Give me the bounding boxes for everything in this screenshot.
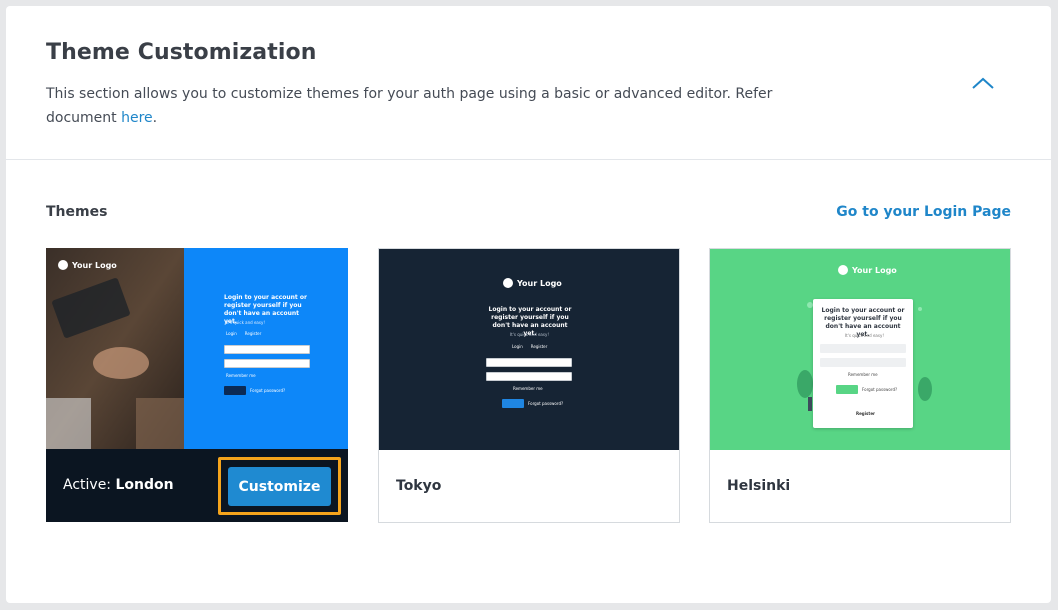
preview-password-input (820, 358, 906, 367)
go-to-login-page-link[interactable]: Go to your Login Page (836, 204, 1011, 220)
preview-login-button (836, 385, 858, 394)
theme-card-london[interactable]: Your Logo Login to your account or regis… (46, 248, 348, 523)
preview-tab-register: Register (530, 344, 548, 349)
theme-footer-london: Active: London Customize (46, 449, 348, 522)
preview-subtext: It's quick and easy! (510, 332, 549, 337)
preview-remember: Remember me (513, 386, 543, 391)
theme-preview-tokyo[interactable]: Your Logo Login to your account or regis… (379, 249, 679, 450)
theme-card-tokyo[interactable]: Your Logo Login to your account or regis… (378, 248, 680, 523)
section-description: This section allows you to customize the… (46, 82, 776, 130)
theme-card-helsinki[interactable]: Your Logo Login to your account or regis… (709, 248, 1011, 523)
themes-heading: Themes (46, 204, 108, 220)
chevron-up-icon (972, 77, 994, 89)
preview-tabs: Login Register (512, 344, 547, 349)
customize-button[interactable]: Customize (228, 467, 331, 506)
theme-preview-london[interactable]: Your Logo Login to your account or regis… (46, 248, 348, 449)
tokyo-logo: Your Logo (503, 278, 562, 288)
theme-name-helsinki: Helsinki (727, 478, 791, 494)
preview-email-input (820, 344, 906, 353)
logo-icon (58, 260, 68, 270)
theme-footer-tokyo: Tokyo (379, 450, 679, 523)
preview-password-input (224, 359, 310, 368)
docs-link[interactable]: here (121, 110, 153, 126)
helsinki-logo: Your Logo (838, 265, 897, 275)
preview-tab-login: Login (226, 331, 237, 336)
preview-password-input (486, 372, 572, 381)
preview-forgot: Forgot password? (862, 387, 898, 392)
logo-text: Your Logo (852, 265, 897, 275)
active-prefix: Active: (63, 477, 112, 493)
collapse-toggle[interactable] (968, 70, 998, 96)
page-title: Theme Customization (46, 40, 317, 65)
logo-icon (503, 278, 513, 288)
preview-tab-register: Register (244, 331, 262, 336)
theme-customization-card: Theme Customization This section allows … (6, 6, 1051, 603)
preview-email-input (224, 345, 310, 354)
preview-register: Register (856, 411, 876, 416)
preview-login-button (502, 399, 524, 408)
preview-subtext: It's quick and easy! (226, 320, 265, 325)
section-header: Theme Customization This section allows … (6, 6, 1051, 160)
preview-subtext: It's quick and easy! (845, 333, 884, 338)
active-theme-label: Active: London (63, 477, 174, 493)
preview-forgot: Forgot password? (528, 401, 564, 406)
logo-text: Your Logo (72, 260, 117, 270)
theme-name-tokyo: Tokyo (396, 478, 442, 494)
description-period: . (152, 110, 158, 126)
preview-tab-login: Login (512, 344, 523, 349)
preview-remember: Remember me (848, 372, 878, 377)
london-logo: Your Logo (58, 260, 117, 270)
theme-name-london: London (115, 477, 174, 493)
customize-highlight: Customize (218, 457, 341, 515)
logo-icon (838, 265, 848, 275)
preview-login-button (224, 386, 246, 395)
preview-remember: Remember me (226, 373, 256, 378)
preview-forgot: Forgot password? (250, 388, 286, 393)
preview-email-input (486, 358, 572, 367)
logo-text: Your Logo (517, 278, 562, 288)
theme-preview-helsinki[interactable]: Your Logo Login to your account or regis… (710, 249, 1010, 450)
preview-tabs: Login Register (226, 331, 261, 336)
theme-footer-helsinki: Helsinki (710, 450, 1010, 523)
